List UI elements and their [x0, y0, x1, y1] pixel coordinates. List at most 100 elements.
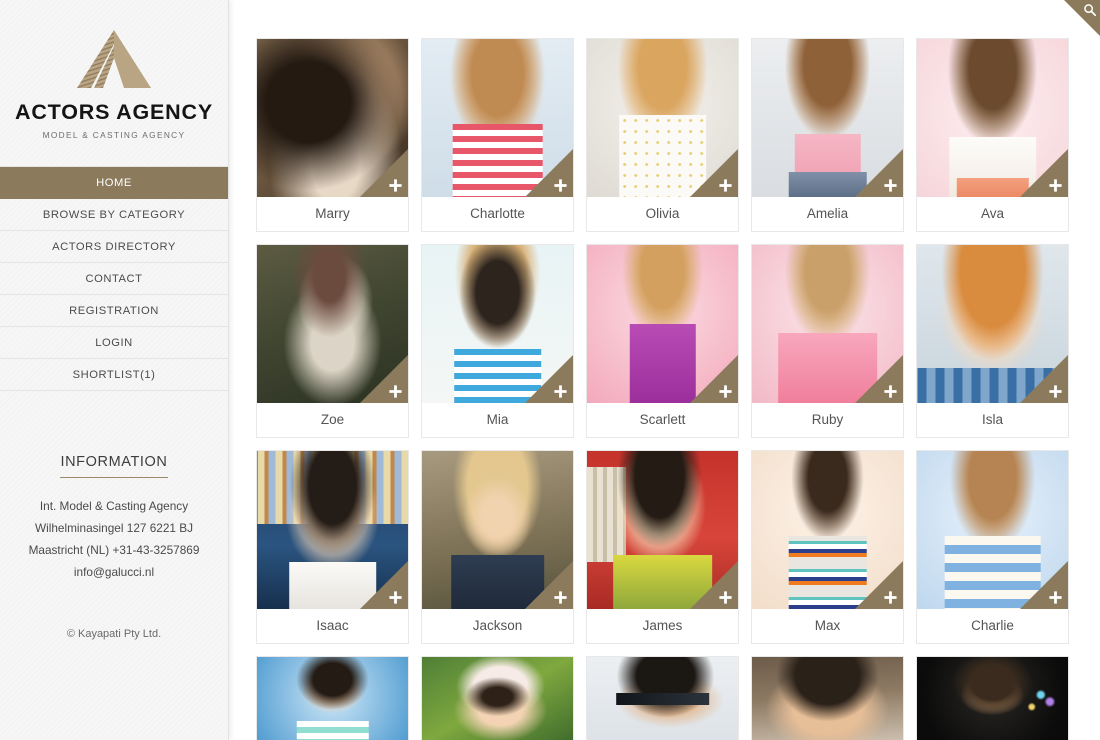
- sidebar-item-actors-directory[interactable]: ACTORS DIRECTORY: [0, 231, 228, 263]
- actor-card[interactable]: [421, 656, 574, 740]
- photo-detail-layer: [629, 324, 696, 403]
- actor-name: Zoe: [257, 403, 408, 437]
- plus-icon: [719, 385, 732, 398]
- photo-detail-layer: [450, 555, 545, 609]
- actor-card[interactable]: James: [586, 450, 739, 644]
- actor-name: Charlie: [917, 609, 1068, 643]
- actor-card[interactable]: Isaac: [256, 450, 409, 644]
- actor-card-grid: Marry Charlotte Olivia Amelia Ava Zoe Mia Scarl…: [256, 38, 1100, 740]
- actor-photo[interactable]: [917, 39, 1068, 197]
- sidebar-item-login[interactable]: LOGIN: [0, 327, 228, 359]
- actor-name: Jackson: [422, 609, 573, 643]
- plus-icon: [1049, 385, 1062, 398]
- actor-card[interactable]: Jackson: [421, 450, 574, 644]
- photo-detail-layer: [788, 171, 867, 197]
- actor-card[interactable]: Zoe: [256, 244, 409, 438]
- photo-detail-layer: [452, 124, 543, 197]
- actor-photo[interactable]: [917, 245, 1068, 403]
- actor-photo[interactable]: [257, 451, 408, 609]
- actor-photo[interactable]: [752, 39, 903, 197]
- card-row: [256, 656, 1100, 740]
- plus-icon: [719, 591, 732, 604]
- photo-detail-layer: [956, 178, 1029, 197]
- actor-name: Isaac: [257, 609, 408, 643]
- sidebar-item-browse-by-category[interactable]: BROWSE BY CATEGORY: [0, 199, 228, 231]
- information-line: info@galucci.nl: [73, 564, 155, 579]
- sidebar: ACTORS AGENCY MODEL & CASTING AGENCY HOM…: [0, 0, 229, 740]
- actor-photo[interactable]: [587, 245, 738, 403]
- information-block: INFORMATION Int. Model & Casting Agency W…: [0, 453, 228, 640]
- actor-photo[interactable]: [422, 245, 573, 403]
- actor-name: Charlotte: [422, 197, 573, 231]
- actor-photo[interactable]: [422, 39, 573, 197]
- information-line: Maastricht (NL) +31-43-3257869: [28, 542, 200, 557]
- brand-logo-block[interactable]: ACTORS AGENCY MODEL & CASTING AGENCY: [0, 0, 228, 139]
- actor-card[interactable]: Olivia: [586, 38, 739, 232]
- actor-photo[interactable]: [917, 451, 1068, 609]
- actor-photo[interactable]: [752, 245, 903, 403]
- actor-photo[interactable]: [752, 451, 903, 609]
- actor-card[interactable]: Scarlett: [586, 244, 739, 438]
- actor-photo[interactable]: [257, 39, 408, 197]
- actor-name: Isla: [917, 403, 1068, 437]
- actor-card[interactable]: Ava: [916, 38, 1069, 232]
- actor-card[interactable]: Charlotte: [421, 38, 574, 232]
- information-lines: Int. Model & Casting Agency Wilhelminasin…: [0, 495, 228, 583]
- photo-detail-layer: [788, 536, 867, 609]
- plus-icon: [1049, 591, 1062, 604]
- actor-card[interactable]: Marry: [256, 38, 409, 232]
- actor-photo[interactable]: [422, 451, 573, 609]
- actor-card[interactable]: [256, 656, 409, 740]
- actor-photo[interactable]: [587, 39, 738, 197]
- information-heading-wrap: INFORMATION: [0, 453, 228, 478]
- photo-detail-layer: [288, 561, 377, 609]
- actor-card[interactable]: [751, 656, 904, 740]
- card-row: Zoe Mia Scarlett Ruby Isla: [256, 244, 1100, 438]
- card-row: Isaac Jackson James Max Charlie: [256, 450, 1100, 644]
- actor-card[interactable]: [586, 656, 739, 740]
- actor-card[interactable]: Charlie: [916, 450, 1069, 644]
- actor-name: Mia: [422, 403, 573, 437]
- sidebar-item-contact[interactable]: CONTACT: [0, 263, 228, 295]
- plus-icon: [884, 385, 897, 398]
- actor-name: Olivia: [587, 197, 738, 231]
- actor-card[interactable]: Amelia: [751, 38, 904, 232]
- actor-name: Ruby: [752, 403, 903, 437]
- triangle-a-logo-icon: [77, 30, 151, 88]
- actor-card[interactable]: Max: [751, 450, 904, 644]
- photo-detail-layer: [777, 333, 878, 403]
- actor-card[interactable]: Ruby: [751, 244, 904, 438]
- actor-photo[interactable]: [587, 451, 738, 609]
- search-icon: [1084, 4, 1097, 17]
- actor-photo[interactable]: [587, 657, 738, 740]
- actor-card[interactable]: Isla: [916, 244, 1069, 438]
- plus-icon: [389, 385, 402, 398]
- actor-name: James: [587, 609, 738, 643]
- actor-photo[interactable]: [257, 245, 408, 403]
- card-row: Marry Charlotte Olivia Amelia Ava: [256, 38, 1100, 232]
- actor-name: Marry: [257, 197, 408, 231]
- actor-card[interactable]: Mia: [421, 244, 574, 438]
- actor-name: Ava: [917, 197, 1068, 231]
- photo-detail-layer: [612, 555, 713, 609]
- sidebar-item-home[interactable]: HOME: [0, 166, 228, 199]
- actor-photo[interactable]: [752, 657, 903, 740]
- search-corner-button[interactable]: [1064, 0, 1100, 36]
- actor-card[interactable]: [916, 656, 1069, 740]
- actor-photo[interactable]: [422, 657, 573, 740]
- photo-detail-layer: [944, 536, 1041, 609]
- plus-icon: [554, 385, 567, 398]
- plus-icon: [554, 591, 567, 604]
- sidebar-item-shortlist-1[interactable]: SHORTLIST(1): [0, 359, 228, 391]
- actor-name: Amelia: [752, 197, 903, 231]
- photo-detail-layer: [618, 114, 707, 197]
- actor-photo[interactable]: [257, 657, 408, 740]
- information-line: Wilhelminasingel 127 6221 BJ: [34, 520, 194, 535]
- plus-icon: [1049, 179, 1062, 192]
- actor-name: Scarlett: [587, 403, 738, 437]
- sidebar-item-registration[interactable]: REGISTRATION: [0, 295, 228, 327]
- photo-detail-layer: [296, 720, 369, 740]
- actor-photo[interactable]: [917, 657, 1068, 740]
- plus-icon: [389, 179, 402, 192]
- photo-detail-layer: [453, 349, 542, 403]
